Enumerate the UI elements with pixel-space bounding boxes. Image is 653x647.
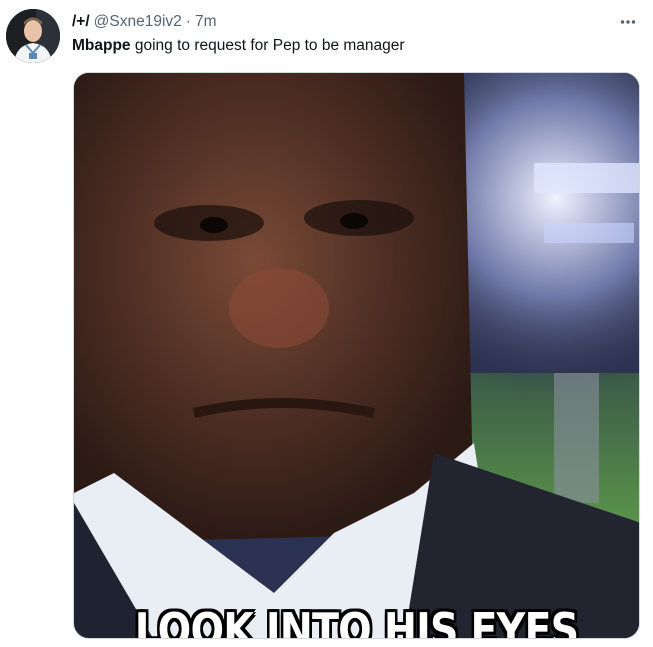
tweet-header: /+/ @Sxne19iv2 · 7m <box>72 11 217 33</box>
display-name[interactable]: /+/ <box>72 13 90 31</box>
tweet-text-bold: Mbappe <box>72 37 131 54</box>
avatar[interactable] <box>6 9 60 63</box>
timestamp[interactable]: 7m <box>195 13 217 31</box>
tweet[interactable]: /+/ @Sxne19iv2 · 7m Mbappe going to requ… <box>0 0 653 647</box>
more-options-button[interactable] <box>617 11 639 33</box>
meme-image <box>74 73 639 638</box>
separator-dot: · <box>185 13 191 30</box>
more-horizontal-icon <box>620 20 636 24</box>
meme-caption: LOOK INTO HIS EYES <box>134 603 579 639</box>
user-handle[interactable]: @Sxne19iv2 <box>94 13 182 31</box>
tweet-text-body: going to request for Pep to be manager <box>130 37 405 54</box>
tweet-text: Mbappe going to request for Pep to be ma… <box>72 36 405 56</box>
tweet-media-image[interactable]: LOOK INTO HIS EYES <box>73 72 640 639</box>
